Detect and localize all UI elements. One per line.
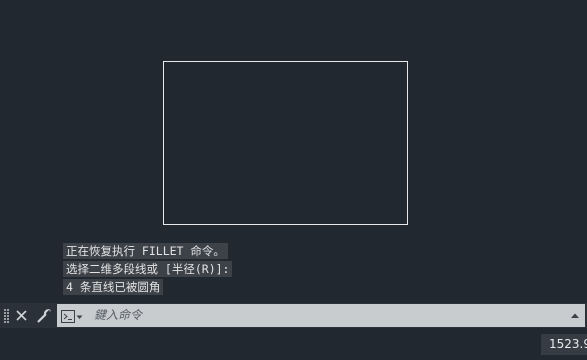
drag-handle[interactable] [4,309,10,323]
command-placeholder: 鍵入命令 [94,308,143,322]
customize-button[interactable] [35,306,53,325]
close-button[interactable] [12,306,30,325]
command-prompt-button[interactable] [61,309,83,323]
chevron-down-icon [76,315,83,319]
wrench-icon [37,308,51,322]
history-line: 4 条直线已被圆角 [63,279,164,295]
close-icon [15,310,27,321]
chevron-up-icon[interactable] [570,312,580,319]
drawing-canvas[interactable]: 正在恢复执行 FILLET 命令。 选择二维多段线或 [半径(R)]: 4 条直… [0,0,587,303]
status-bar: 1523.9 [0,328,587,360]
command-history: 正在恢复执行 FILLET 命令。 选择二维多段线或 [半径(R)]: 4 条直… [63,243,233,297]
command-prompt-icon [61,310,83,323]
coordinate-readout[interactable]: 1523.9 [541,334,587,355]
command-input[interactable]: 鍵入命令 [57,304,585,327]
command-line-bar: 鍵入命令 [0,303,587,328]
history-line: 选择二维多段线或 [半径(R)]: [63,261,233,277]
drawn-rectangle[interactable] [163,61,408,225]
history-line: 正在恢复执行 FILLET 命令。 [63,243,228,259]
